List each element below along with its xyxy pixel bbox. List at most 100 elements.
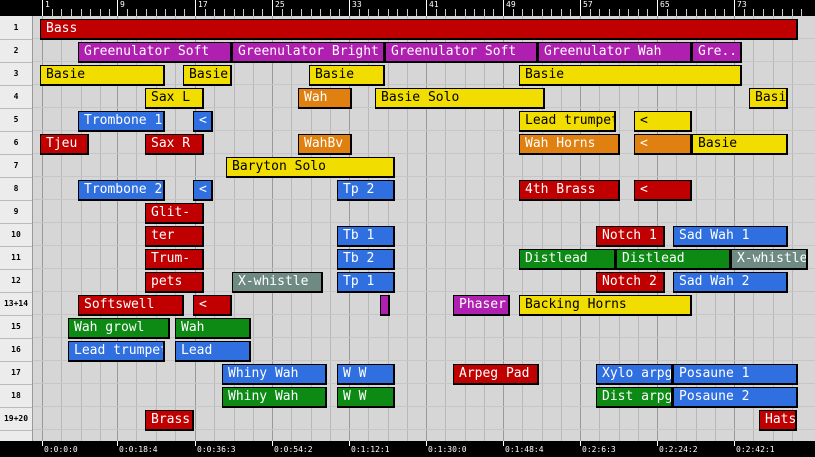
clip[interactable]: Notch 2 xyxy=(596,272,665,293)
clip[interactable]: Hats xyxy=(759,410,797,431)
beat-marker xyxy=(310,9,312,16)
beat-marker xyxy=(743,9,745,16)
clip[interactable]: Bass xyxy=(40,19,798,40)
time-marker xyxy=(426,441,427,446)
track-number[interactable]: 11 xyxy=(0,246,32,270)
beat-marker xyxy=(51,9,53,16)
track-number[interactable]: 17 xyxy=(0,361,32,385)
clip[interactable]: Tp 2 xyxy=(337,180,395,201)
clip[interactable]: Softswell xyxy=(78,295,184,316)
clip[interactable]: Glit- xyxy=(145,203,204,224)
clip[interactable]: Lead trumpet xyxy=(68,341,165,362)
clip[interactable]: Notch 1 xyxy=(596,226,665,247)
clip[interactable]: Xylo arpg xyxy=(596,364,673,385)
beat-marker xyxy=(724,9,726,16)
beat-marker xyxy=(377,9,379,16)
clip[interactable]: Trum- xyxy=(145,249,204,270)
clip[interactable]: pets xyxy=(145,272,204,293)
clip[interactable]: W W xyxy=(337,387,395,408)
clip[interactable]: Whiny Wah xyxy=(222,364,327,385)
clip[interactable]: Wah xyxy=(298,88,352,109)
clip[interactable]: Distlead xyxy=(519,249,616,270)
clip[interactable]: Arpeg Pad xyxy=(453,364,539,385)
clip[interactable]: Basie xyxy=(183,65,232,86)
clip[interactable]: Whiny Wah xyxy=(222,387,327,408)
clip[interactable]: Wah growl xyxy=(68,318,170,339)
bar-marker xyxy=(272,0,273,16)
track-number[interactable]: 2 xyxy=(0,39,32,63)
clip[interactable]: Baryton Solo xyxy=(226,157,395,178)
clip[interactable]: Posaune 2 xyxy=(673,387,798,408)
beat-marker xyxy=(174,9,176,16)
clip[interactable]: < xyxy=(634,111,692,132)
clip[interactable]: Phaser xyxy=(453,295,510,316)
clip[interactable]: Greenulator Bright xyxy=(232,42,385,63)
track-number[interactable]: 3 xyxy=(0,62,32,86)
clip[interactable]: < xyxy=(634,180,692,201)
clip[interactable]: ter xyxy=(145,226,204,247)
track-number[interactable]: 7 xyxy=(0,154,32,178)
clip[interactable]: Dist arpg xyxy=(596,387,673,408)
arrangement-grid[interactable]: Bass Greenulator Soft Greenulator Bright Gr… xyxy=(33,16,815,453)
clip[interactable]: Brass xyxy=(145,410,194,431)
track-number[interactable]: 4 xyxy=(0,85,32,109)
beat-marker xyxy=(358,9,360,16)
clip[interactable]: < xyxy=(193,295,232,316)
clip[interactable]: Wah Horns xyxy=(519,134,620,155)
clip[interactable]: Basie xyxy=(692,134,788,155)
clip[interactable]: Tb 1 xyxy=(337,226,395,247)
clip[interactable]: Posaune 1 xyxy=(673,364,798,385)
beat-marker xyxy=(90,9,92,16)
time-ruler[interactable]: 0:0:0:0 0:0:18:4 0:0:36:3 0:0:54:2 0:1:12:1 0… xyxy=(0,441,815,457)
clip[interactable]: Lead trumpet xyxy=(519,111,616,132)
track-number[interactable]: 8 xyxy=(0,177,32,201)
clip[interactable]: Sax R xyxy=(145,134,204,155)
clip[interactable] xyxy=(380,295,390,316)
clip[interactable]: Distlead xyxy=(616,249,731,270)
beat-marker xyxy=(618,9,620,16)
clip[interactable]: Sad Wah 1 xyxy=(673,226,788,247)
clip[interactable]: X-whistle xyxy=(731,249,808,270)
track-number[interactable]: 19+20 xyxy=(0,407,32,431)
clip[interactable]: Sad Wah 2 xyxy=(673,272,788,293)
beat-marker xyxy=(291,9,293,16)
clip[interactable]: WahBv xyxy=(298,134,352,155)
clip[interactable]: Basie xyxy=(519,65,742,86)
clip[interactable]: 4th Brass xyxy=(519,180,620,201)
clip[interactable]: Backing Horns xyxy=(519,295,692,316)
beat-marker xyxy=(560,9,562,16)
clip[interactable]: < xyxy=(193,180,213,201)
clip[interactable]: Trombone 1 xyxy=(78,111,165,132)
clip[interactable]: Basie xyxy=(749,88,788,109)
grid-line xyxy=(406,16,408,441)
clip[interactable]: Basie xyxy=(40,65,165,86)
track-number[interactable]: 5 xyxy=(0,108,32,132)
clip[interactable]: W W xyxy=(337,364,395,385)
clip[interactable]: X-whistle xyxy=(232,272,323,293)
clip[interactable]: Basie Solo xyxy=(375,88,545,109)
clip[interactable]: < xyxy=(634,134,692,155)
track-number[interactable]: 13+14 xyxy=(0,292,32,316)
clip[interactable]: Tjeu xyxy=(40,134,89,155)
clip[interactable]: Tb 2 xyxy=(337,249,395,270)
track-number[interactable]: 12 xyxy=(0,269,32,293)
clip[interactable]: Greenulator Wah xyxy=(538,42,692,63)
track-number[interactable]: 10 xyxy=(0,223,32,247)
clip[interactable]: < xyxy=(193,111,213,132)
clip[interactable]: Wah xyxy=(175,318,251,339)
clip[interactable]: Tp 1 xyxy=(337,272,395,293)
clip[interactable]: Gre.. xyxy=(692,42,742,63)
clip[interactable]: Trombone 2 xyxy=(78,180,165,201)
track-number[interactable]: 15 xyxy=(0,315,32,339)
clip[interactable]: Basie xyxy=(309,65,385,86)
bar-ruler[interactable]: 1 9 17 25 33 41 49 57 65 73 xyxy=(0,0,815,16)
track-number[interactable]: 6 xyxy=(0,131,32,155)
track-number[interactable]: 1 xyxy=(0,16,32,40)
track-number[interactable]: 9 xyxy=(0,200,32,224)
clip[interactable]: Sax L xyxy=(145,88,204,109)
track-number[interactable]: 18 xyxy=(0,384,32,408)
clip[interactable]: Lead xyxy=(175,341,251,362)
track-number[interactable]: 16 xyxy=(0,338,32,362)
clip[interactable]: Greenulator Soft xyxy=(385,42,538,63)
clip[interactable]: Greenulator Soft xyxy=(78,42,232,63)
